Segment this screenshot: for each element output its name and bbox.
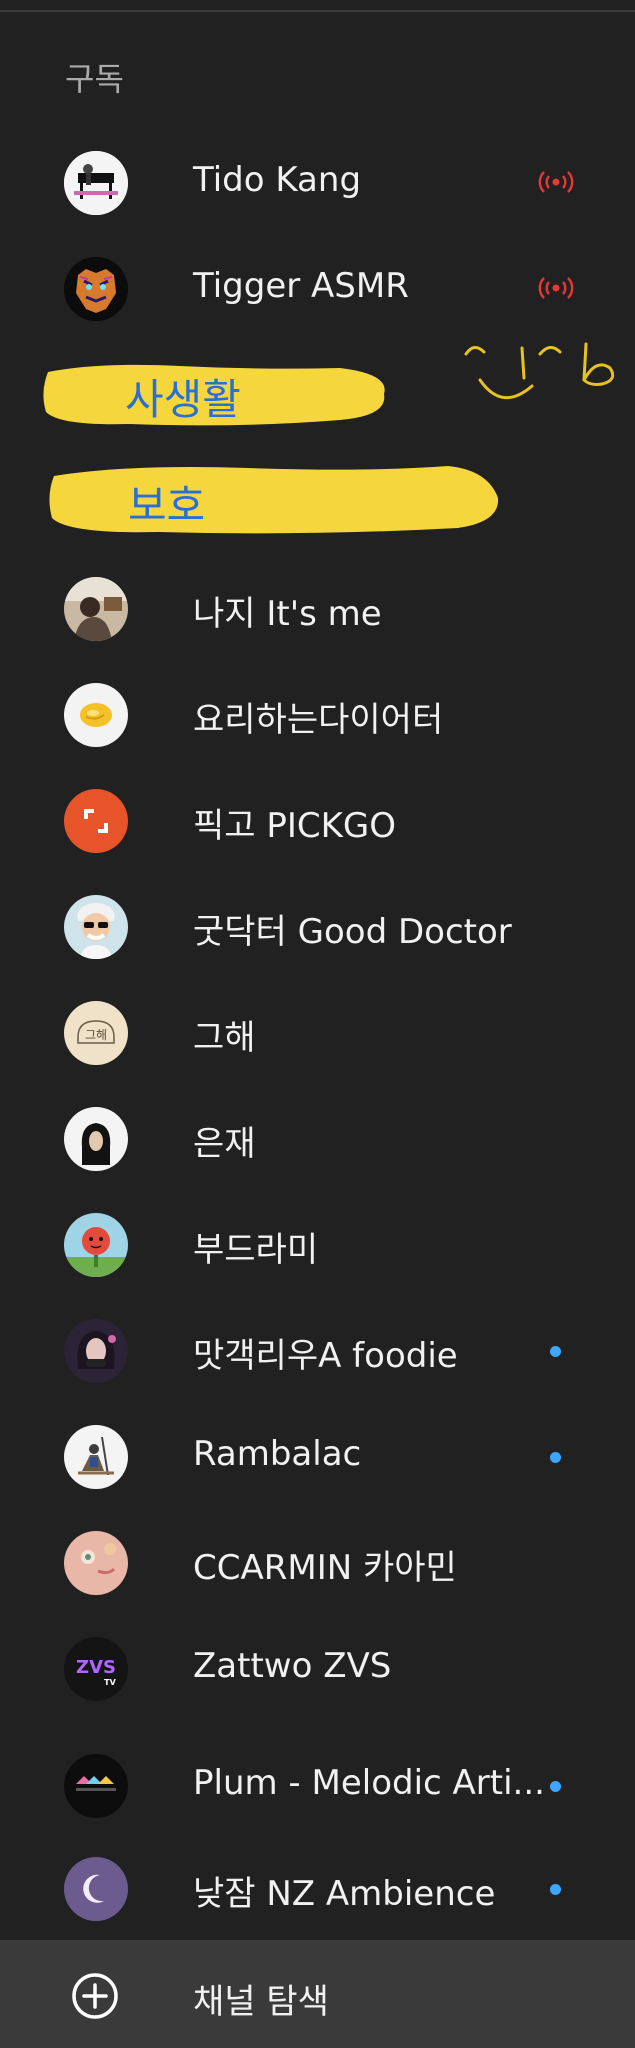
channel-name: 맛객리우A foodie [193, 1336, 458, 1376]
channel-name: 요리하는다이어터 [193, 700, 444, 740]
channel-name: Rambalac [193, 1434, 362, 1474]
zvs-logo-avatar: ZVS TV [64, 1637, 128, 1701]
smiley-doodle [462, 340, 622, 412]
svg-text:그해: 그해 [85, 1028, 107, 1042]
flower-cartoon-avatar [64, 1213, 128, 1277]
channel-name: 그해 [193, 1018, 256, 1058]
channel-item[interactable]: 낮잠 NZ Ambience [0, 1832, 635, 1938]
highlight-text: 사생활 [125, 375, 241, 424]
egg-avatar [64, 683, 128, 747]
channel-item[interactable]: ZVS TV Zattwo ZVS [0, 1612, 635, 1718]
new-content-dot [550, 1452, 561, 1463]
channel-item[interactable]: CCARMIN 카아민 [0, 1506, 635, 1612]
section-title: 구독 [65, 60, 124, 98]
protection-highlight: 보호 [48, 458, 503, 534]
channel-name: 부드라미 [193, 1230, 319, 1270]
channel-item[interactable]: Tigger ASMR [0, 232, 635, 338]
channel-item[interactable]: 맛객리우A foodie [0, 1294, 635, 1400]
channel-name: Plum - Melodic Arti... [193, 1763, 545, 1803]
channel-item[interactable]: Plum - Melodic Arti... [0, 1729, 635, 1835]
piano-avatar [64, 151, 128, 215]
svg-text:TV: TV [104, 1678, 116, 1687]
plus-circle-icon [72, 1973, 118, 2019]
explore-channels-button[interactable]: 채널 탐색 [0, 1940, 635, 2048]
channel-name: CCARMIN 카아민 [193, 1548, 457, 1588]
new-content-dot [550, 1781, 561, 1792]
new-content-dot [550, 1346, 561, 1357]
channel-name: 낮잠 NZ Ambience [193, 1874, 496, 1914]
channel-name: Zattwo ZVS [193, 1646, 392, 1686]
svg-text:ZVS: ZVS [76, 1657, 116, 1678]
geuhae-logo-avatar: 그해 [64, 1001, 128, 1065]
channel-item[interactable]: 굿닥터 Good Doctor [0, 870, 635, 976]
explore-label: 채널 탐색 [193, 1982, 329, 2022]
channel-item[interactable]: 그해 그해 [0, 976, 635, 1082]
channel-item[interactable]: 요리하는다이어터 [0, 658, 635, 764]
person-avatar [64, 577, 128, 641]
channel-item[interactable]: Tido Kang [0, 126, 635, 232]
knight-avatar [64, 1425, 128, 1489]
channel-item[interactable]: 은재 [0, 1082, 635, 1188]
channel-item[interactable]: 픽고 PICKGO [0, 764, 635, 870]
live-icon [538, 277, 574, 299]
live-icon [538, 171, 574, 193]
channel-name: Tigger ASMR [193, 266, 409, 306]
moon-avatar [64, 1857, 128, 1921]
tiger-avatar [64, 257, 128, 321]
channel-item[interactable]: 나지 It's me [0, 552, 635, 658]
person-avatar [64, 1319, 128, 1383]
doctor-cartoon-avatar [64, 895, 128, 959]
channel-name: 나지 It's me [193, 594, 382, 634]
channel-item[interactable]: 부드라미 [0, 1188, 635, 1294]
highlight-text: 보호 [128, 481, 206, 530]
face-avatar [64, 1531, 128, 1595]
privacy-highlight: 사생활 [40, 358, 395, 430]
channel-name: 픽고 PICKGO [193, 806, 397, 846]
top-divider [0, 0, 635, 12]
new-content-dot [550, 1884, 561, 1895]
plum-logo-avatar [64, 1754, 128, 1818]
person-avatar [64, 1107, 128, 1171]
channel-name: 굿닥터 Good Doctor [193, 912, 512, 952]
pickgo-logo-avatar [64, 789, 128, 853]
channel-item[interactable]: Rambalac [0, 1400, 635, 1506]
channel-name: 은재 [193, 1124, 256, 1164]
channel-name: Tido Kang [193, 160, 362, 200]
